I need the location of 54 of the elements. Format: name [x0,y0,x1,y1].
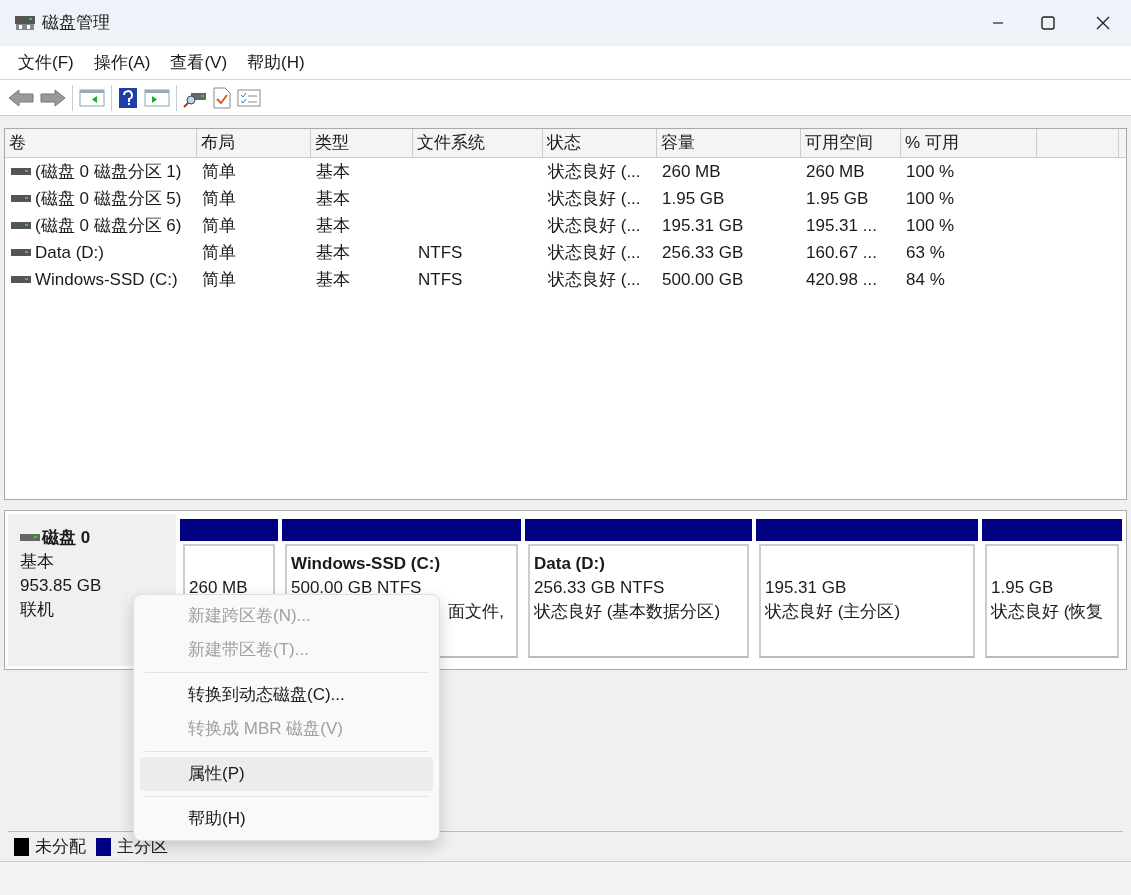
partition-info: 500.00 GB NTFS [291,577,423,599]
table-cell-text: 状态良好 (... [548,160,641,183]
table-cell-text: 100 % [906,160,955,183]
table-cell-text: 简单 [202,241,236,264]
table-cell-text: 195.31 ... [806,214,877,237]
table-cell-text: 状态良好 (... [548,268,641,291]
table-cell-text: 256.33 GB [662,241,744,264]
disk-type: 基本 [20,551,55,573]
table-cell-text: 260 MB [806,160,865,183]
table-cell-text: (磁盘 0 磁盘分区 6) [35,214,182,237]
window-title: 磁盘管理 [42,12,110,35]
table-cell-text: 状态良好 (... [548,241,641,264]
table-cell-text: 84 % [906,268,945,291]
table-cell-text: 160.67 ... [806,241,877,264]
disk-name: 磁盘 0 [42,527,91,549]
disk-status: 联机 [20,599,55,621]
partition-info: 状态良好 (主分区) [765,601,902,623]
partition-info: 状态良好 (恢复 [991,601,1105,623]
partition-info: 1.95 GB [991,577,1055,599]
table-cell-text: 1.95 GB [662,187,725,210]
table-cell-text: 500.00 GB [662,268,744,291]
table-cell-text: NTFS [418,268,463,291]
table-cell-text: 状态良好 (... [548,187,641,210]
table-cell-text: (磁盘 0 磁盘分区 1) [35,160,182,183]
table-cell-text: 260 MB [662,160,721,183]
table-cell-text: 基本 [316,241,350,264]
table-cell-text: 195.31 GB [662,214,744,237]
partition-label: Data (D:) [534,553,606,575]
table-cell-text: 63 % [906,241,945,264]
partition-info: 状态良好 (基本数据分区) [534,601,722,623]
table-cell-text: 100 % [906,187,955,210]
table-cell-text: 基本 [316,160,350,183]
table-cell-text: NTFS [418,241,463,264]
table-cell-text: 1.95 GB [806,187,869,210]
partition-info: 256.33 GB NTFS [534,577,666,599]
disk-size: 953.85 GB [20,575,103,597]
table-cell-text: 基本 [316,187,350,210]
table-cell-text: 简单 [202,187,236,210]
table-cell-text: 100 % [906,214,955,237]
partition-info: 260 MB [189,577,249,599]
partition-info: 195.31 GB [765,577,848,599]
table-cell-text: 基本 [316,214,350,237]
table-cell-text: 状态良好 (... [548,214,641,237]
table-cell-text: Data (D:) [35,241,104,264]
table-cell-text: 简单 [202,160,236,183]
partition-label: Windows-SSD (C:) [291,553,442,575]
table-cell-text: Windows-SSD (C:) [35,268,178,291]
table-cell-text: 简单 [202,268,236,291]
table-cell-text: 420.98 ... [806,268,877,291]
table-cell-text: (磁盘 0 磁盘分区 5) [35,187,182,210]
partition-info: 面文件, [448,601,504,623]
table-cell-text: 简单 [202,214,236,237]
table-cell-text: 基本 [316,268,350,291]
legend-label: 未分配 [35,835,86,858]
